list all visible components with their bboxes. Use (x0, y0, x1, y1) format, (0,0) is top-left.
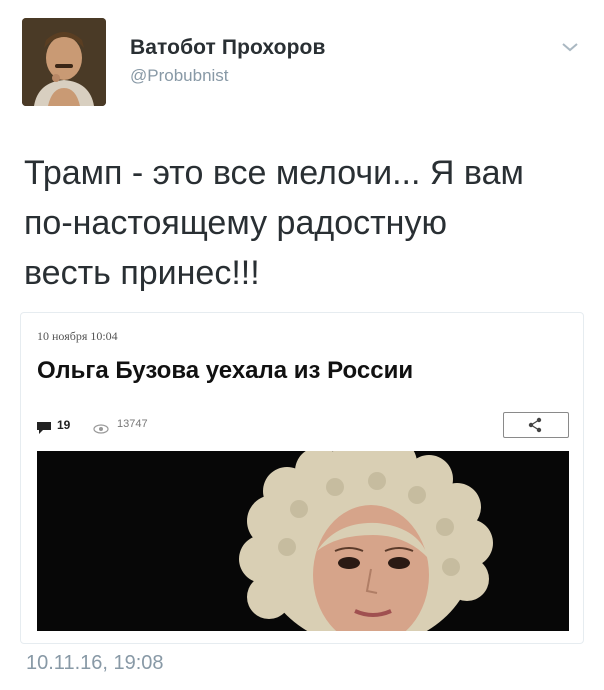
tweet-timestamp[interactable]: 10.11.16, 19:08 (26, 652, 164, 675)
eye-icon (93, 421, 109, 434)
share-icon (528, 417, 542, 433)
share-button[interactable] (503, 412, 569, 438)
card-title[interactable]: Ольга Бузова уехала из России (37, 357, 413, 385)
tweet-text: Трамп - это все мелочи... Я вам по-насто… (24, 154, 524, 292)
link-card[interactable]: 10 ноября 10:04 Ольга Бузова уехала из Р… (20, 312, 584, 644)
chevron-down-icon[interactable] (560, 40, 580, 54)
author-name[interactable]: Ватобот Прохоров (130, 36, 325, 60)
comments-count: 19 (57, 418, 71, 432)
avatar-photo (22, 18, 106, 106)
card-date: 10 ноября 10:04 (37, 329, 118, 343)
article-photo (37, 451, 569, 631)
views-count: 13747 (117, 418, 148, 430)
card-image[interactable] (37, 451, 569, 631)
avatar[interactable] (22, 18, 106, 106)
author-handle[interactable]: @Probubnist (130, 66, 229, 86)
tweet: Ватобот Прохоров @Probubnist Трамп - это… (0, 0, 604, 690)
comment-bubble-icon (37, 421, 51, 434)
